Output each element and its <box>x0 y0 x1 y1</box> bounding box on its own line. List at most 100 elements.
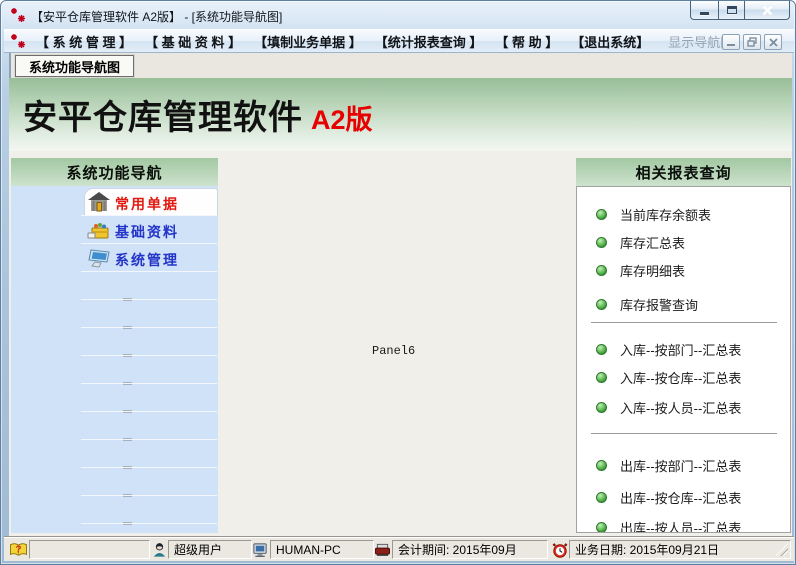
help-book-icon: ? <box>8 540 28 559</box>
report-item-stock-summary[interactable]: 库存汇总表 <box>596 232 685 252</box>
menu-item-statistics-report-query[interactable]: 【统计报表查询 】 <box>375 32 483 51</box>
status-user-field: 超级用户 <box>168 540 252 559</box>
menu-bar: 【 系 统 管 理 】 【 基 础 资 料 】 【填制业务单据 】 【统计报表查… <box>4 29 794 53</box>
nav-item-common-documents[interactable]: 常用单据 <box>11 188 218 216</box>
status-business-date-field: 业务日期: 2015年09月21日 <box>569 540 791 559</box>
report-item-label: 入库--按仓库--汇总表 <box>620 368 741 387</box>
app-window: 【安平仓库管理软件 A2版】 - [系统功能导航图] 【 系 统 管 理 】 【… <box>0 0 796 565</box>
minimize-icon <box>727 44 735 46</box>
maximize-button[interactable] <box>718 1 745 20</box>
nav-empty-slot <box>11 440 218 468</box>
house-icon <box>87 190 111 214</box>
close-icon <box>761 5 774 16</box>
green-bullet-icon <box>596 522 607 533</box>
accounting-period: 会计期间: 2015年09月 <box>398 541 517 558</box>
nav-item-label: 基础资料 <box>115 222 179 242</box>
nav-item-system-management[interactable]: 系统管理 <box>11 244 218 272</box>
nav-empty-slot <box>11 300 218 328</box>
nav-empty-slot <box>11 272 218 300</box>
report-item-stock-alert[interactable]: 库存报警查询 <box>596 294 698 314</box>
nav-empty-slot <box>11 328 218 356</box>
menu-item-exit-system[interactable]: 【退出系统】 <box>571 32 649 51</box>
menu-item-base-data[interactable]: 【 基 础 资 料 】 <box>145 32 241 51</box>
box-icon <box>87 218 111 242</box>
status-message-field <box>29 540 150 559</box>
divider <box>591 433 777 434</box>
app-logo-icon <box>10 7 26 23</box>
report-item-stock-detail[interactable]: 库存明细表 <box>596 260 685 280</box>
report-item-label: 库存明细表 <box>620 261 685 280</box>
report-item-inbound-by-person[interactable]: 入库--按人员--汇总表 <box>596 397 741 417</box>
menu-item-system-management[interactable]: 【 系 统 管 理 】 <box>36 32 132 51</box>
nav-empty-slot <box>11 496 218 524</box>
green-bullet-icon <box>596 209 607 220</box>
right-panel-body: 当前库存余额表 库存汇总表 库存明细表 库存报警查询 入库--按部门--汇总表 … <box>576 186 791 533</box>
minimize-icon <box>700 12 709 15</box>
report-item-label: 库存报警查询 <box>620 295 698 314</box>
report-item-label: 当前库存余额表 <box>620 205 711 224</box>
minimize-button[interactable] <box>690 1 718 20</box>
tab-strip: 系统功能导航图 <box>9 53 792 78</box>
banner-version: A2版 <box>311 98 373 137</box>
nav-item-label: 系统管理 <box>115 250 179 270</box>
nav-item-label: 常用单据 <box>115 194 179 214</box>
app-logo-icon <box>10 33 26 49</box>
report-item-inbound-by-department[interactable]: 入库--按部门--汇总表 <box>596 339 741 359</box>
report-item-label: 入库--按人员--汇总表 <box>620 398 741 417</box>
nav-item-base-data[interactable]: 基础资料 <box>11 216 218 244</box>
green-bullet-icon <box>596 265 607 276</box>
left-panel-header: 系统功能导航 <box>11 158 218 186</box>
svg-text:?: ? <box>15 544 21 555</box>
window-title: 【安平仓库管理软件 A2版】 - [系统功能导航图] <box>31 8 282 25</box>
resize-grip[interactable] <box>775 543 788 556</box>
child-restore-button[interactable] <box>743 34 761 50</box>
monitor-icon <box>87 246 111 270</box>
left-panel-body: 常用单据 基础资料 <box>11 186 218 533</box>
left-panel: 系统功能导航 常用单据 <box>11 158 218 533</box>
green-bullet-icon <box>596 344 607 355</box>
green-bullet-icon <box>596 237 607 248</box>
green-bullet-icon <box>596 402 607 413</box>
center-panel-label: Panel6 <box>372 344 415 358</box>
right-panel-header: 相关报表查询 <box>576 158 791 186</box>
report-item-outbound-by-warehouse[interactable]: 出库--按仓库--汇总表 <box>596 487 741 507</box>
alarm-clock-icon <box>550 540 570 559</box>
menu-item-help[interactable]: 【 帮 助 】 <box>495 32 558 51</box>
user-icon <box>149 540 169 559</box>
title-bar: 【安平仓库管理软件 A2版】 - [系统功能导航图] <box>1 1 795 29</box>
banner-title: 安平仓库管理软件 <box>23 90 303 139</box>
ledger-printer-icon <box>372 540 392 559</box>
computer-icon <box>250 540 270 559</box>
restore-icon <box>747 37 757 47</box>
report-item-outbound-by-person[interactable]: 出库--按人员--汇总表 <box>596 517 741 533</box>
banner: 安平仓库管理软件 A2版 <box>9 78 792 151</box>
green-bullet-icon <box>596 460 607 471</box>
right-panel: 相关报表查询 当前库存余额表 库存汇总表 库存明细表 库存报警查询 入库--按部… <box>576 158 791 533</box>
close-button[interactable] <box>745 1 790 20</box>
status-computer-field: HUMAN-PC <box>270 540 374 559</box>
green-bullet-icon <box>596 299 607 310</box>
child-close-button[interactable] <box>764 34 782 50</box>
status-accounting-period-field: 会计期间: 2015年09月 <box>392 540 548 559</box>
report-item-label: 出库--按人员--汇总表 <box>620 518 741 534</box>
report-item-outbound-by-department[interactable]: 出库--按部门--汇总表 <box>596 455 741 475</box>
business-date: 业务日期: 2015年09月21日 <box>575 541 719 558</box>
report-item-label: 出库--按仓库--汇总表 <box>620 488 741 507</box>
user-name: 超级用户 <box>174 541 222 558</box>
child-minimize-button[interactable] <box>722 34 740 50</box>
green-bullet-icon <box>596 492 607 503</box>
tab-system-function-nav[interactable]: 系统功能导航图 <box>15 55 134 77</box>
report-item-current-stock-balance[interactable]: 当前库存余额表 <box>596 204 711 224</box>
computer-name: HUMAN-PC <box>276 543 341 557</box>
nav-empty-slot <box>11 356 218 384</box>
close-icon <box>769 38 778 47</box>
report-item-label: 入库--按部门--汇总表 <box>620 340 741 359</box>
nav-empty-slot <box>11 468 218 496</box>
status-bar: ? 超级用户 HUMAN-PC <box>4 536 794 561</box>
menu-item-fill-business-documents[interactable]: 【填制业务单据 】 <box>254 32 362 51</box>
divider <box>591 322 777 323</box>
green-bullet-icon <box>596 372 607 383</box>
report-item-inbound-by-warehouse[interactable]: 入库--按仓库--汇总表 <box>596 367 741 387</box>
content-area: 安平仓库管理软件 A2版 系统功能导航 常用单据 <box>9 78 792 536</box>
nav-empty-slot <box>11 384 218 412</box>
